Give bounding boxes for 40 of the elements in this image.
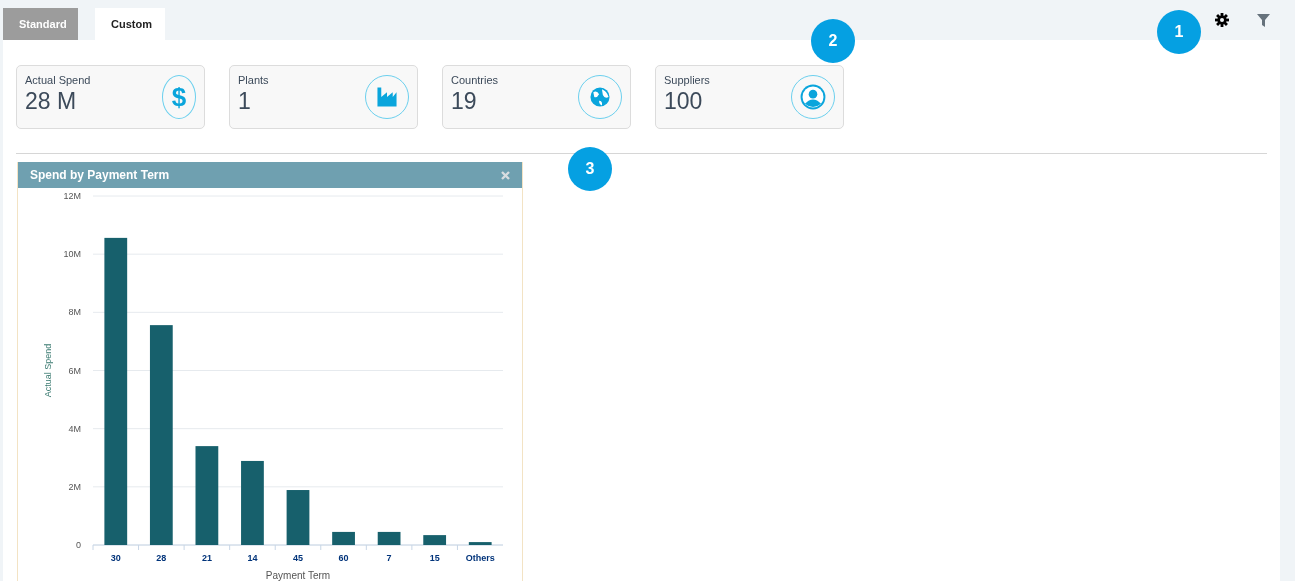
x-tick-label: 14: [247, 553, 258, 563]
x-tick-label: 45: [293, 553, 303, 563]
x-axis-title: Payment Term: [265, 570, 331, 581]
y-tick-label: 0: [76, 540, 81, 550]
kpi-label: Suppliers: [664, 73, 710, 88]
x-tick-label: 60: [338, 553, 349, 563]
bar[interactable]: [195, 446, 219, 545]
x-tick-label: 7: [386, 553, 392, 563]
x-tick-label: 30: [110, 553, 121, 563]
tab[interactable]: Custom: [95, 8, 165, 40]
step-marker: 1: [1157, 10, 1201, 54]
x-tick-label: Others: [465, 553, 495, 563]
kpi-label: Countries: [451, 73, 499, 88]
kpi-label: Actual Spend: [25, 73, 91, 88]
x-tick-label: 15: [429, 553, 440, 563]
y-tick-label: 4M: [68, 423, 81, 434]
bar[interactable]: [286, 490, 310, 545]
bar[interactable]: [332, 531, 355, 545]
kpi-value: 1: [238, 88, 252, 114]
step-marker: 2: [811, 19, 855, 63]
y-tick-label: 6M: [68, 365, 81, 376]
kpi-value: 19: [451, 88, 478, 114]
y-axis-title: Actual Spend: [43, 343, 53, 398]
x-tick-label: 21: [201, 553, 212, 563]
filter-icon[interactable]: [1257, 13, 1270, 27]
y-tick-label: 8M: [68, 307, 81, 318]
settings-icon[interactable]: [1215, 13, 1229, 27]
kpi-value: 100: [664, 88, 704, 114]
x-tick-label: 28: [156, 553, 167, 563]
bar[interactable]: [423, 535, 447, 545]
bar[interactable]: [468, 542, 492, 545]
y-tick-label: 2M: [68, 481, 81, 492]
panel-title: Spend by Payment Term: [30, 167, 170, 184]
y-tick-label: 12M: [63, 191, 81, 201]
bar[interactable]: [377, 531, 401, 545]
y-tick-label: 10M: [63, 249, 81, 260]
bar[interactable]: [104, 237, 128, 545]
kpi-label: Plants: [238, 73, 269, 88]
bar[interactable]: [149, 325, 173, 545]
kpi-value: 28 M: [25, 88, 78, 114]
